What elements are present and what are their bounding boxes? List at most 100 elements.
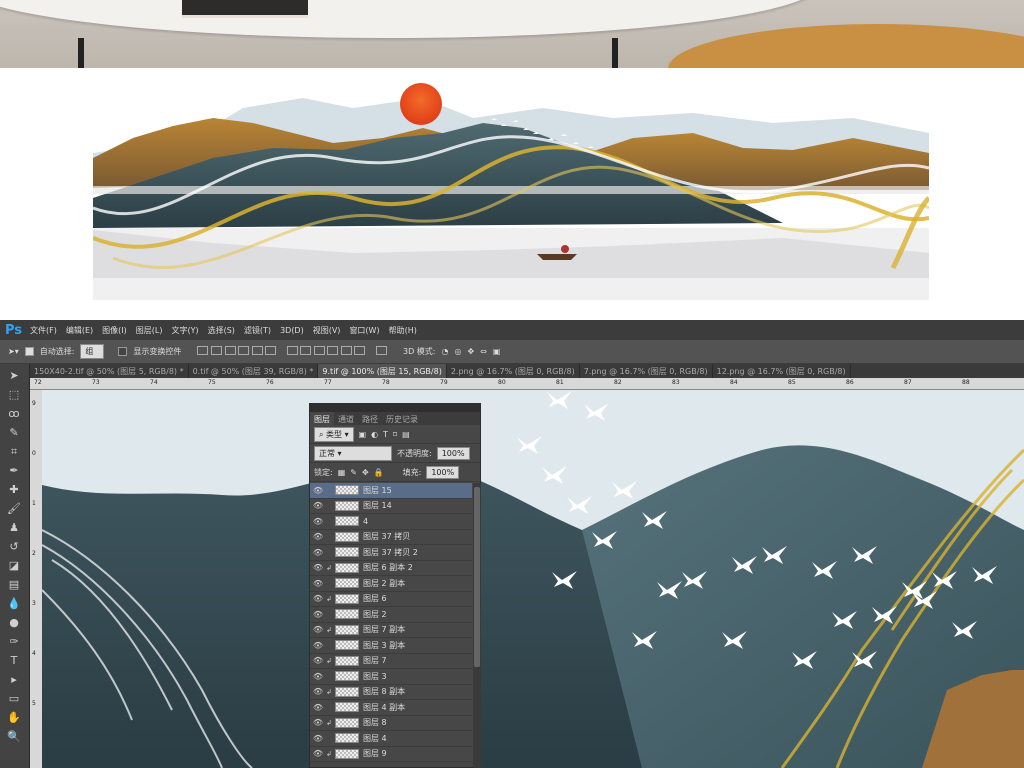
visibility-eye-icon[interactable]: 👁	[310, 548, 326, 557]
layer-name[interactable]: 图层 6	[363, 593, 387, 604]
filter-type-dropdown[interactable]: ⌕ 类型 ▾	[314, 426, 354, 442]
shape-tool-icon[interactable]: ▭	[6, 691, 22, 707]
lock-move-icon[interactable]: ✥	[362, 468, 369, 477]
layer-name[interactable]: 图层 2 副本	[363, 578, 405, 589]
layer-row[interactable]: 👁 ↲ 图层 6 副本 2	[310, 561, 472, 576]
menu-filter[interactable]: 滤镜(T)	[244, 325, 271, 336]
layer-name[interactable]: 图层 37 拷贝 2	[363, 547, 418, 558]
visibility-eye-icon[interactable]: 👁	[310, 641, 326, 650]
layer-name[interactable]: 4	[363, 517, 368, 526]
filter-type-icon[interactable]: T	[383, 430, 388, 439]
filter-shape-icon[interactable]: ⌑	[393, 430, 397, 439]
visibility-eye-icon[interactable]: 👁	[310, 579, 326, 588]
document-canvas[interactable]	[42, 390, 1024, 768]
align-left-icon[interactable]	[238, 346, 250, 355]
type-tool-icon[interactable]: T	[6, 653, 22, 669]
layer-name[interactable]: 图层 15	[363, 485, 392, 496]
brush-tool-icon[interactable]: 🖌	[6, 501, 22, 517]
layer-name[interactable]: 图层 2	[363, 609, 387, 620]
lock-transparency-icon[interactable]: ▦	[338, 468, 346, 477]
layer-row[interactable]: 👁 图层 2 副本	[310, 576, 472, 592]
layer-name[interactable]: 图层 14	[363, 500, 392, 511]
layer-name[interactable]: 图层 3	[363, 671, 387, 682]
layer-name[interactable]: 图层 6 副本 2	[363, 562, 413, 573]
filter-pixel-icon[interactable]: ▣	[359, 430, 367, 439]
layer-row[interactable]: 👁 图层 15	[310, 483, 472, 499]
document-tab[interactable]: 9.tif @ 100% (图层 15, RGB/8)	[318, 364, 447, 378]
align-middle-icon[interactable]	[210, 346, 222, 355]
layer-row[interactable]: 👁 4	[310, 514, 472, 530]
layer-name[interactable]: 图层 9	[363, 748, 387, 759]
healing-tool-icon[interactable]: ✚	[6, 482, 22, 498]
align-top-icon[interactable]	[197, 346, 209, 355]
menu-help[interactable]: 帮助(H)	[389, 325, 417, 336]
menu-image[interactable]: 图像(I)	[102, 325, 127, 336]
blend-mode-dropdown[interactable]: 正常 ▾	[314, 445, 392, 461]
visibility-eye-icon[interactable]: 👁	[310, 501, 326, 510]
path-select-tool-icon[interactable]: ▸	[6, 672, 22, 688]
layer-name[interactable]: 图层 8	[363, 717, 387, 728]
layer-row[interactable]: 👁 ↲ 图层 9	[310, 747, 472, 762]
distribute-top-icon[interactable]	[286, 346, 298, 355]
filter-smart-icon[interactable]: ▤	[402, 430, 410, 439]
menu-type[interactable]: 文字(Y)	[171, 325, 198, 336]
menu-view[interactable]: 视图(V)	[313, 325, 341, 336]
lock-paint-icon[interactable]: ✎	[350, 468, 357, 477]
scroll-thumb[interactable]	[474, 487, 480, 667]
opacity-input[interactable]: 100%	[436, 446, 470, 460]
visibility-eye-icon[interactable]: 👁	[310, 532, 326, 541]
distribute-left-icon[interactable]	[327, 346, 339, 355]
layer-row[interactable]: 👁 图层 4 副本	[310, 700, 472, 716]
lock-all-icon[interactable]: 🔒	[374, 468, 384, 477]
hand-tool-icon[interactable]: ✋	[6, 710, 22, 726]
dodge-tool-icon[interactable]: ●	[6, 615, 22, 631]
visibility-eye-icon[interactable]: 👁	[310, 703, 326, 712]
layer-name[interactable]: 图层 8 副本	[363, 686, 405, 697]
layer-name[interactable]: 图层 7	[363, 655, 387, 666]
tab-history[interactable]: 历史记录	[382, 412, 422, 425]
3d-scale-icon[interactable]: ▣	[493, 347, 501, 356]
visibility-eye-icon[interactable]: 👁	[310, 656, 326, 665]
document-tab[interactable]: 7.png @ 16.7% (图层 0, RGB/8)	[580, 364, 713, 378]
layer-name[interactable]: 图层 4	[363, 733, 387, 744]
layer-row[interactable]: 👁 ↲ 图层 6	[310, 592, 472, 607]
layer-row[interactable]: 👁 ↲ 图层 7	[310, 654, 472, 669]
layer-row[interactable]: 👁 图层 37 拷贝	[310, 530, 472, 545]
distribute-right-icon[interactable]	[354, 346, 366, 355]
layer-name[interactable]: 图层 37 拷贝	[363, 531, 410, 542]
auto-select-checkbox[interactable]	[24, 347, 34, 356]
quick-select-tool-icon[interactable]: ✎	[6, 425, 22, 441]
layer-row[interactable]: 👁 图层 3 副本	[310, 638, 472, 654]
menu-file[interactable]: 文件(F)	[30, 325, 57, 336]
menu-edit[interactable]: 编辑(E)	[66, 325, 93, 336]
visibility-eye-icon[interactable]: 👁	[310, 749, 326, 758]
marquee-tool-icon[interactable]: ⬚	[6, 387, 22, 403]
layer-row[interactable]: 👁 ↲ 图层 7 副本	[310, 623, 472, 638]
zoom-tool-icon[interactable]: 🔍	[6, 729, 22, 745]
visibility-eye-icon[interactable]: 👁	[310, 672, 326, 681]
layer-row[interactable]: 👁 图层 14	[310, 499, 472, 514]
auto-select-dropdown[interactable]: 组	[80, 344, 105, 359]
layer-row[interactable]: 👁 图层 3	[310, 669, 472, 685]
tab-channels[interactable]: 通道	[334, 412, 358, 425]
visibility-eye-icon[interactable]: 👁	[310, 734, 326, 743]
layers-scrollbar[interactable]	[473, 483, 481, 768]
visibility-eye-icon[interactable]: 👁	[310, 563, 326, 572]
eyedropper-tool-icon[interactable]: ✒	[6, 463, 22, 479]
visibility-eye-icon[interactable]: 👁	[310, 486, 326, 495]
layer-row[interactable]: 👁 图层 4	[310, 731, 472, 747]
layer-row[interactable]: 👁 图层 2	[310, 607, 472, 623]
align-center-icon[interactable]	[251, 346, 263, 355]
layer-row[interactable]: 👁 ↲ 图层 8 副本	[310, 685, 472, 700]
visibility-eye-icon[interactable]: 👁	[310, 718, 326, 727]
align-right-icon[interactable]	[265, 346, 277, 355]
blur-tool-icon[interactable]: 💧	[6, 596, 22, 612]
3d-slide-icon[interactable]: ⇔	[480, 347, 487, 356]
layer-row[interactable]: 👁 ↲ 图层 8	[310, 716, 472, 731]
document-tab[interactable]: 150X40-2.tif @ 50% (图层 5, RGB/8) *	[30, 364, 189, 378]
layer-name[interactable]: 图层 4 副本	[363, 702, 405, 713]
crop-tool-icon[interactable]: ⌗	[6, 444, 22, 460]
filter-adjust-icon[interactable]: ◐	[371, 430, 378, 439]
tab-paths[interactable]: 路径	[358, 412, 382, 425]
layer-name[interactable]: 图层 7 副本	[363, 624, 405, 635]
